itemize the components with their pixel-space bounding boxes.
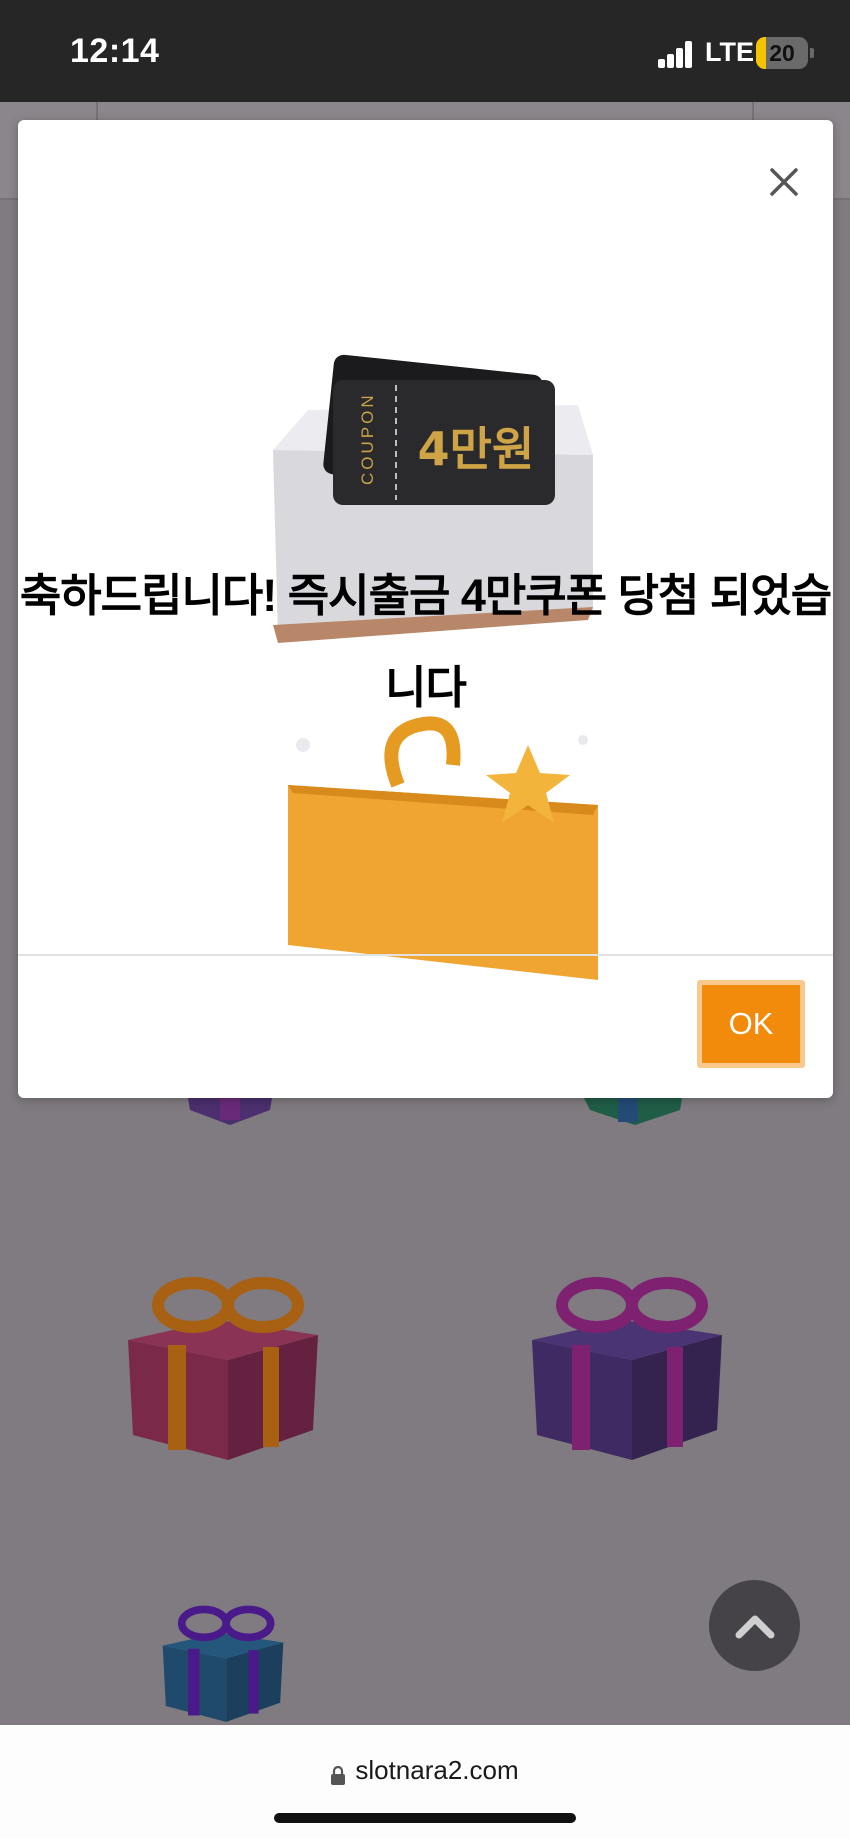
close-icon: [770, 168, 798, 196]
modal-message: 축하드립니다! 즉시출금 4만쿠폰 당첨 되었습니다: [19, 570, 832, 713]
coupon-amount: 4만원: [418, 422, 535, 476]
status-bar: 12:14 LTE 20: [0, 0, 850, 102]
browser-bottom-bar: slotnara2.com: [0, 1725, 850, 1839]
coupon-win-modal: COUPON 4만원 축하드립니다! 즉시출금 4만쿠폰 당첨 되었습니다 OK: [18, 120, 833, 1098]
home-indicator[interactable]: [274, 1813, 576, 1823]
gift-box[interactable]: [123, 1598, 323, 1725]
battery-level: 20: [769, 40, 795, 66]
address-bar[interactable]: slotnara2.com: [0, 1755, 850, 1786]
battery-icon: 20: [756, 37, 808, 69]
battery-cap: [810, 48, 814, 58]
scroll-to-top-button[interactable]: [709, 1580, 800, 1671]
chevron-up-icon: [735, 1615, 774, 1638]
gift-box[interactable]: [123, 1265, 323, 1465]
url-text: slotnara2.com: [355, 1755, 519, 1785]
ok-button[interactable]: OK: [697, 980, 805, 1068]
gift-box[interactable]: [527, 1265, 727, 1465]
close-button[interactable]: [758, 156, 810, 208]
modal-footer-divider: [18, 954, 833, 956]
cellular-signal-icon: [658, 40, 694, 68]
network-type: LTE: [705, 37, 754, 67]
status-time: 12:14: [70, 32, 160, 70]
lock-icon: [331, 1761, 346, 1785]
coupon-side-text: COUPON: [358, 392, 377, 485]
